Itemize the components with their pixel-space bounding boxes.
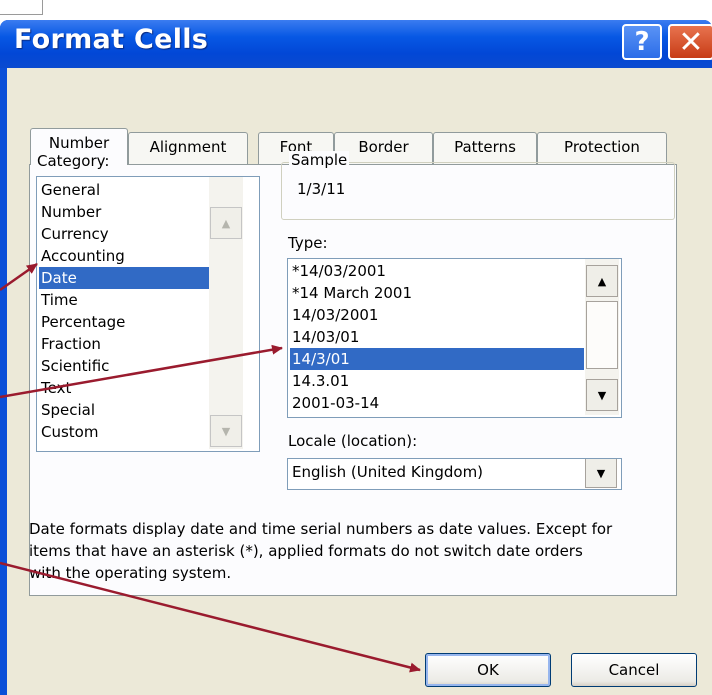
description-line: with the operating system. (29, 564, 232, 582)
list-item-selected[interactable]: Date (39, 267, 212, 289)
list-item[interactable]: Number (39, 201, 101, 223)
title-bar: Format Cells ? ✕ (0, 20, 712, 68)
scroll-up-icon[interactable]: ▲ (586, 265, 618, 297)
list-item[interactable]: Time (39, 289, 78, 311)
list-item[interactable]: Scientific (39, 355, 109, 377)
list-item[interactable]: *14 March 2001 (290, 282, 412, 304)
tab-alignment[interactable]: Alignment (128, 132, 248, 164)
description-line: Date formats display date and time seria… (29, 520, 613, 538)
ok-button[interactable]: OK (425, 653, 551, 687)
type-listbox[interactable]: *14/03/2001 *14 March 2001 14/03/2001 14… (287, 258, 622, 418)
list-item[interactable]: Accounting (39, 245, 125, 267)
category-listbox[interactable]: General Number Currency Accounting Date … (36, 176, 260, 452)
chevron-down-icon[interactable]: ▼ (585, 459, 617, 488)
list-item[interactable]: *14/03/2001 (290, 260, 386, 282)
category-label: Category: (37, 152, 110, 170)
locale-value: English (United Kingdom) (292, 463, 484, 481)
scroll-down-icon[interactable]: ▼ (586, 379, 618, 411)
cancel-button[interactable]: Cancel (571, 653, 697, 687)
format-cells-dialog: Format Cells ? ✕ Number Alignment Font B… (0, 20, 712, 695)
scroll-down-icon: ▼ (210, 415, 242, 447)
format-description: Date formats display date and time seria… (29, 518, 712, 584)
list-item[interactable]: 14.3.01 (290, 370, 349, 392)
tab-patterns[interactable]: Patterns (433, 132, 537, 164)
close-button[interactable]: ✕ (668, 24, 712, 60)
locale-label: Locale (location): (288, 432, 418, 450)
dialog-title: Format Cells (14, 24, 209, 55)
sample-label: Sample (289, 151, 350, 169)
list-item[interactable]: 14/03/01 (290, 326, 359, 348)
list-item[interactable]: Special (39, 399, 95, 421)
dialog-body: Number Alignment Font Border Patterns Pr… (7, 68, 712, 695)
list-item-selected[interactable]: 14/3/01 (290, 348, 584, 370)
background-window-corner (0, 0, 43, 15)
scroll-up-icon: ▲ (210, 207, 242, 239)
scroll-thumb[interactable] (586, 301, 618, 369)
sample-value: 1/3/11 (297, 180, 346, 198)
close-icon: ✕ (678, 24, 704, 60)
list-item[interactable]: 14/03/2001 (290, 304, 378, 326)
list-item[interactable]: Text (39, 377, 71, 399)
help-button[interactable]: ? (622, 24, 662, 60)
list-item[interactable]: Fraction (39, 333, 101, 355)
type-scrollbar[interactable]: ▲ ▼ (585, 259, 619, 415)
description-line: items that have an asterisk (*), applied… (29, 542, 583, 560)
type-label: Type: (288, 234, 328, 252)
tab-protection[interactable]: Protection (537, 132, 667, 164)
list-item[interactable]: General (39, 179, 100, 201)
list-item[interactable]: 2001-03-14 (290, 392, 379, 414)
list-item[interactable]: Custom (39, 421, 98, 443)
list-item[interactable]: Currency (39, 223, 109, 245)
help-icon: ? (634, 27, 650, 57)
locale-dropdown[interactable]: English (United Kingdom) ▼ (287, 458, 622, 490)
list-item[interactable]: Percentage (39, 311, 125, 333)
category-scrollbar[interactable]: ▲ ▼ (209, 177, 243, 449)
